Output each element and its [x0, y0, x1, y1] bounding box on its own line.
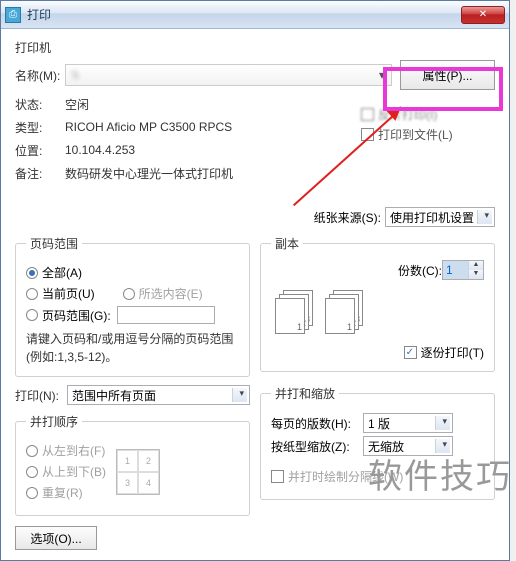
collate-label: 逐份打印(T) [421, 344, 484, 361]
reverse-checkbox[interactable] [361, 108, 374, 121]
order-tb-label: 从上到下(B) [42, 463, 106, 480]
where-label: 位置: [15, 142, 65, 159]
print-what-combo[interactable]: 范围中所有页面 [67, 385, 250, 405]
order-lr-label: 从左到右(F) [42, 442, 105, 459]
titlebar: ⎙ 打印 ✕ [1, 1, 509, 29]
per-sheet-combo[interactable]: 1 版 [363, 413, 453, 433]
range-all-radio[interactable] [26, 267, 38, 279]
order-repeat-label: 重复(R) [42, 484, 83, 501]
copies-value: 1 [443, 261, 468, 279]
collate-checkbox[interactable] [404, 346, 417, 359]
copies-legend: 副本 [271, 235, 303, 252]
window-title: 打印 [27, 6, 461, 23]
per-sheet-label: 每页的版数(H): [271, 415, 363, 432]
type-label: 类型: [15, 119, 65, 136]
draw-line-label: 并打时绘制分隔线(W) [288, 468, 403, 485]
properties-button[interactable]: 属性(P)... [400, 60, 495, 90]
range-all-label: 全部(A) [42, 264, 82, 281]
page-range-legend: 页码范围 [26, 235, 82, 252]
scale-by-label: 按纸型缩放(Z): [271, 438, 363, 455]
order-preview-icon: 1234 [116, 449, 160, 495]
reverse-label: 反片打印(I) [378, 106, 437, 123]
print-dialog: ⎙ 打印 ✕ 打印机 名称(M): \\ 属性(P)... 反片打印(I) 打印… [0, 0, 510, 561]
copies-count-label: 份数(C): [398, 262, 442, 279]
order-group: 并打顺序 从左到右(F) 从上到下(B) 重复(R) 1234 [15, 413, 250, 516]
range-selection-radio [123, 288, 135, 300]
status-label: 状态: [15, 96, 65, 113]
order-lr-radio [26, 445, 38, 457]
scale-by-combo[interactable]: 无缩放 [363, 436, 453, 456]
app-icon: ⎙ [5, 7, 21, 23]
spin-up[interactable]: ▲ [468, 261, 483, 270]
status-value: 空闲 [65, 96, 89, 113]
close-button[interactable]: ✕ [461, 6, 505, 24]
type-value: RICOH Aficio MP C3500 RPCS [65, 120, 232, 134]
page-range-group: 页码范围 全部(A) 当前页(U) 所选内容(E) 页码范围(G): 请键入页码… [15, 235, 250, 377]
spin-down[interactable]: ▼ [468, 270, 483, 279]
print-what-label: 打印(N): [15, 387, 67, 404]
comment-value: 数码研发中心理光一体式打印机 [65, 165, 233, 182]
paper-source-combo[interactable]: 使用打印机设置 [385, 207, 495, 227]
range-pages-input[interactable] [117, 306, 215, 324]
draw-line-checkbox [271, 470, 284, 483]
print-to-file-checkbox[interactable] [361, 128, 374, 141]
printer-section-label: 打印机 [15, 39, 495, 56]
range-pages-label: 页码范围(G): [42, 307, 111, 324]
order-repeat-radio [26, 487, 38, 499]
scale-legend: 并打和缩放 [271, 385, 339, 402]
range-selection-label: 所选内容(E) [139, 285, 203, 302]
copies-spinner[interactable]: 1 ▲▼ [442, 260, 484, 280]
scale-group: 并打和缩放 每页的版数(H):1 版 按纸型缩放(Z):无缩放 并打时绘制分隔线… [260, 385, 495, 500]
order-tb-radio [26, 466, 38, 478]
printer-options-right: 反片打印(I) 打印到文件(L) [361, 103, 491, 146]
range-hint: 请键入页码和/或用逗号分隔的页码范围(例如:1,3,5-12)。 [26, 330, 239, 366]
options-button[interactable]: 选项(O)... [15, 526, 97, 550]
order-legend: 并打顺序 [26, 413, 82, 430]
where-value: 10.104.4.253 [65, 143, 135, 157]
paper-source-label: 纸张来源(S): [314, 209, 381, 226]
range-pages-radio[interactable] [26, 309, 38, 321]
name-label: 名称(M): [15, 67, 65, 84]
comment-label: 备注: [15, 165, 65, 182]
collate-preview: 321 321 [271, 286, 484, 340]
print-to-file-label: 打印到文件(L) [378, 126, 453, 143]
printer-name-combo[interactable]: \\ [65, 64, 392, 86]
range-current-label: 当前页(U) [42, 285, 95, 302]
copies-group: 副本 份数(C): 1 ▲▼ 321 321 逐份打印(T) [260, 235, 495, 372]
range-current-radio[interactable] [26, 288, 38, 300]
